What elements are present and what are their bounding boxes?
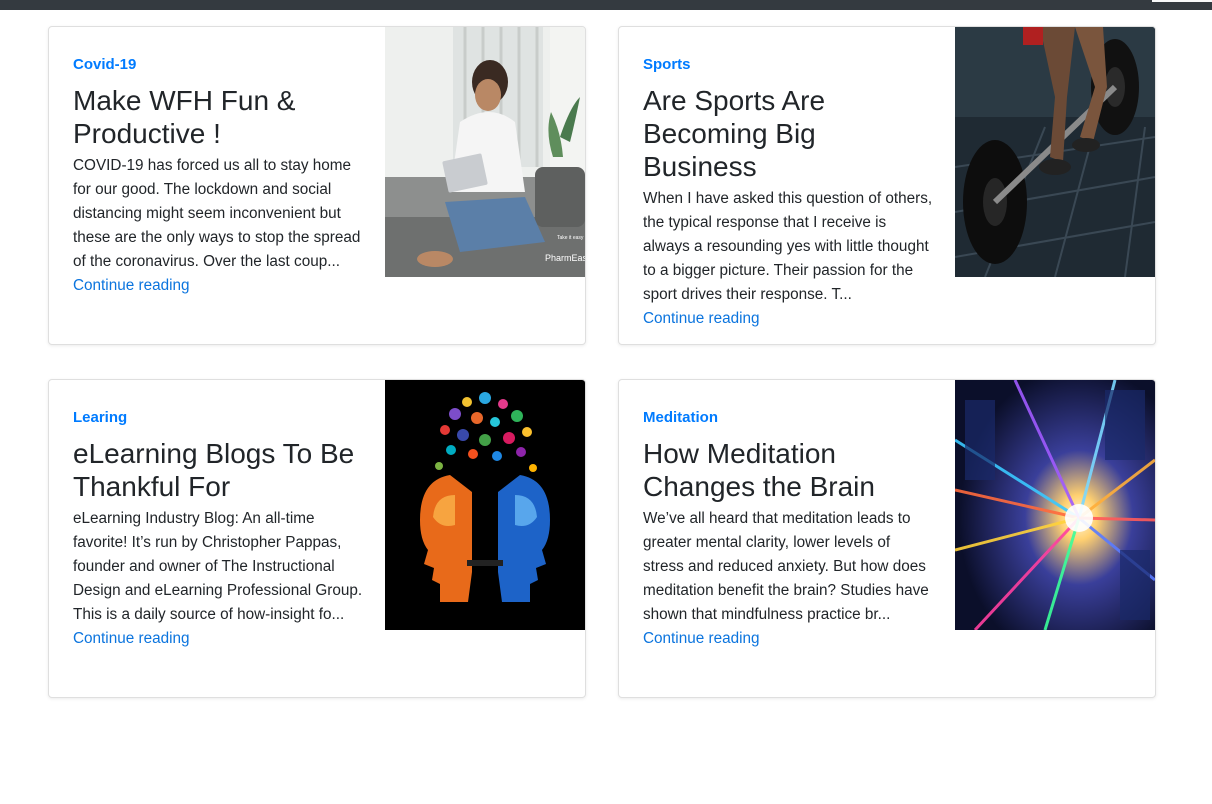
image-watermark-brand: PharmEasy: [545, 253, 585, 263]
post-thumbnail[interactable]: [955, 27, 1155, 277]
weightlifter-barbell-photo: [955, 27, 1155, 277]
continue-reading-link[interactable]: Continue reading: [73, 274, 190, 298]
continue-reading-link[interactable]: Continue reading: [643, 307, 760, 331]
post-card-body: Covid-19 Make WFH Fun & Productive ! COV…: [73, 53, 365, 298]
post-card: Learing eLearning Blogs To Be Thankful F…: [48, 379, 586, 698]
post-card-body: Learing eLearning Blogs To Be Thankful F…: [73, 406, 365, 651]
post-category[interactable]: Sports: [643, 53, 935, 77]
post-title: How Meditation Changes the Brain: [643, 438, 875, 502]
continue-reading-link[interactable]: Continue reading: [73, 627, 190, 651]
woman-laptop-sofa-photo: Take it easy PharmEasy: [385, 27, 585, 277]
light-streaks-city-photo: [955, 380, 1155, 630]
post-title: Are Sports Are Becoming Big Business: [643, 85, 826, 182]
post-card: Covid-19 Make WFH Fun & Productive ! COV…: [48, 26, 586, 345]
post-category[interactable]: Meditation: [643, 406, 935, 430]
image-watermark-tagline: Take it easy: [557, 235, 584, 241]
post-thumbnail[interactable]: [385, 380, 585, 630]
post-title: Make WFH Fun & Productive !: [73, 85, 296, 149]
post-excerpt: We’ve all heard that meditation leads to…: [643, 510, 929, 623]
post-card-body: Meditation How Meditation Changes the Br…: [643, 406, 935, 651]
post-title: eLearning Blogs To Be Thankful For: [73, 438, 355, 502]
post-category[interactable]: Learing: [73, 406, 365, 430]
post-thumbnail[interactable]: [955, 380, 1155, 630]
continue-reading-link[interactable]: Continue reading: [643, 627, 760, 651]
two-heads-ideas-illustration: [385, 380, 585, 630]
post-thumbnail[interactable]: Take it easy PharmEasy: [385, 27, 585, 277]
post-excerpt: eLearning Industry Blog: An all-time fav…: [73, 510, 363, 623]
post-card: Meditation How Meditation Changes the Br…: [618, 379, 1156, 698]
top-navbar: [0, 0, 1212, 10]
post-card-body: Sports Are Sports Are Becoming Big Busin…: [643, 53, 935, 331]
navbar-edge: [1152, 0, 1212, 2]
post-card: Sports Are Sports Are Becoming Big Busin…: [618, 26, 1156, 345]
post-excerpt: COVID-19 has forced us all to stay home …: [73, 157, 361, 270]
post-category[interactable]: Covid-19: [73, 53, 365, 77]
post-excerpt: When I have asked this question of other…: [643, 190, 933, 303]
